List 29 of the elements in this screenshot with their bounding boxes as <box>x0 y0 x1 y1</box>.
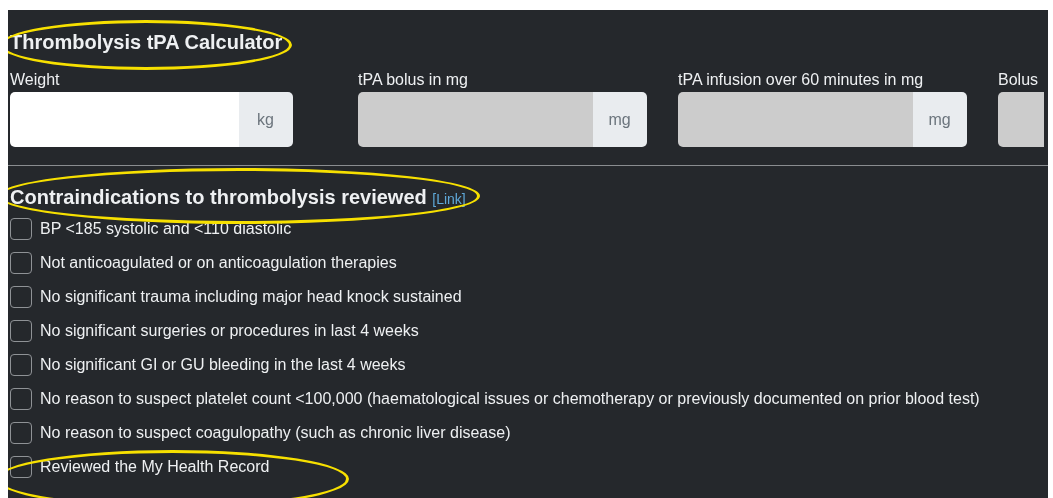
field-label: Bolus <box>998 70 1039 90</box>
unit-label: mg <box>592 92 647 147</box>
section-heading: Contraindications to thrombolysis reviewed [Link] <box>9 185 466 210</box>
checkbox-label: Reviewed the My Health Record <box>40 457 270 477</box>
checkbox[interactable] <box>10 354 32 376</box>
field-label: tPA infusion over 60 minutes in mg <box>678 70 924 90</box>
output-field[interactable] <box>358 92 593 147</box>
checkbox[interactable] <box>10 456 32 478</box>
output-field[interactable] <box>998 92 1044 147</box>
input-field[interactable] <box>10 92 239 147</box>
checkbox[interactable] <box>10 388 32 410</box>
output-field[interactable] <box>678 92 913 147</box>
checkbox-label: No significant surgeries or procedures in last 4 weeks <box>40 321 419 341</box>
field-label: tPA bolus in mg <box>358 70 468 90</box>
checkbox[interactable] <box>10 422 32 444</box>
field-label: Weight <box>10 70 60 90</box>
checkbox-label: Not anticoagulated or on anticoagulation therapies <box>40 253 397 273</box>
checkbox-label: No significant GI or GU bleeding in the last 4 weeks <box>40 355 406 375</box>
checkbox[interactable] <box>10 252 32 274</box>
checkbox[interactable] <box>10 218 32 240</box>
link[interactable]: [Link] <box>432 191 466 207</box>
unit-label: mg <box>912 92 967 147</box>
checkbox[interactable] <box>10 286 32 308</box>
unit-label: kg <box>238 92 293 147</box>
checkbox-label: No reason to suspect coagulopathy (such as chronic liver disease) <box>40 423 511 443</box>
checkbox[interactable] <box>10 320 32 342</box>
page-title: Thrombolysis tPA Calculator <box>9 30 283 54</box>
checkbox-label: No significant trauma including major head knock sustained <box>40 287 462 307</box>
checkbox-label: No reason to suspect platelet count <100,000 (haematological issues or chemotherapy or previously documented on prior blood test) <box>40 389 980 409</box>
